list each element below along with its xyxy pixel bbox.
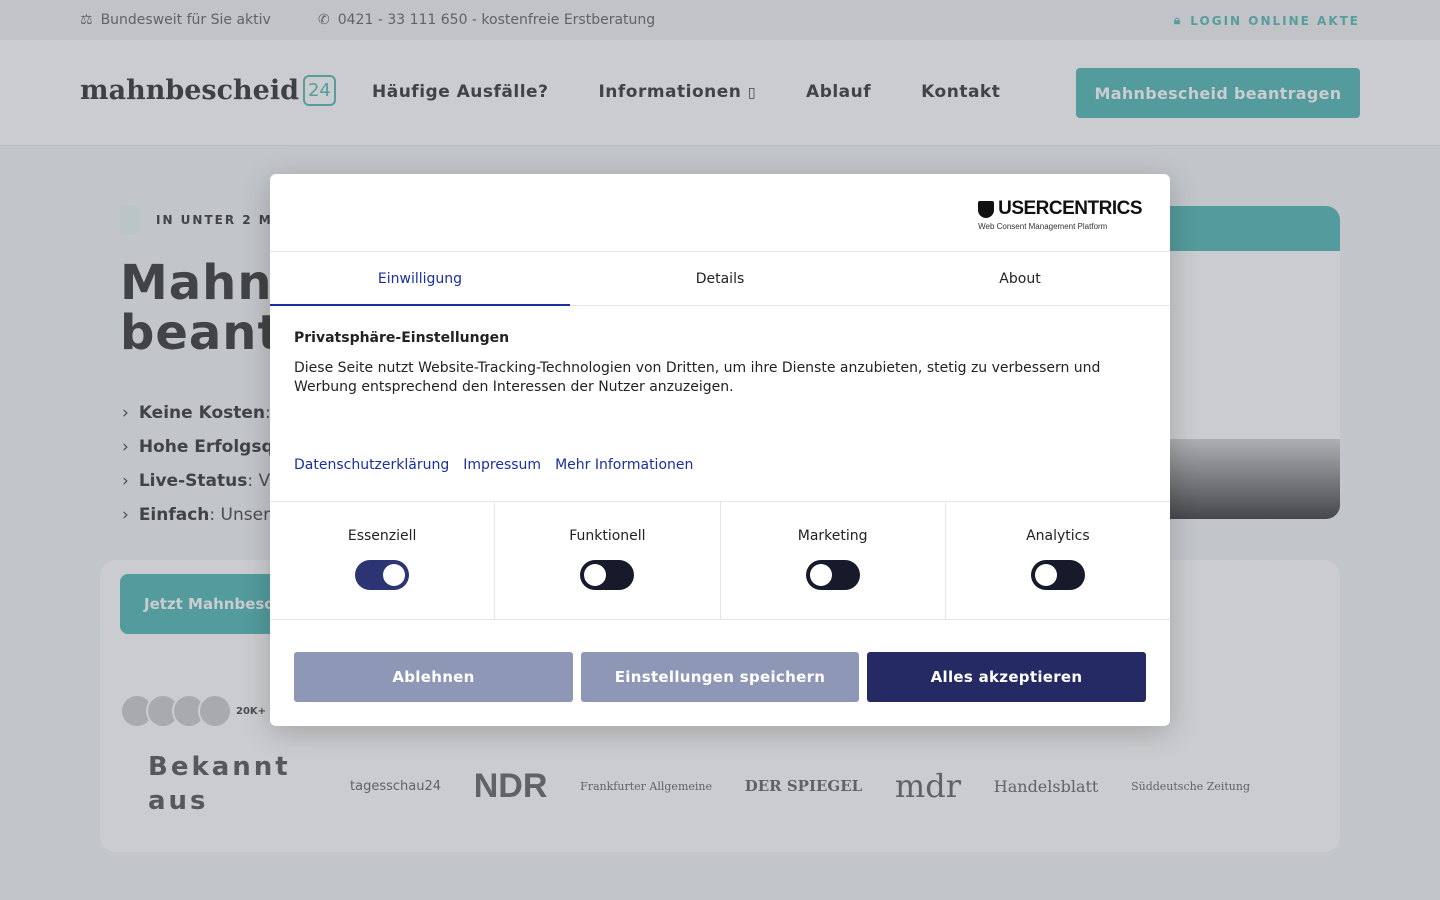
toggle-analytics[interactable] [1030,560,1085,590]
consent-description: Diese Seite nutzt Website-Tracking-Techn… [294,360,1101,395]
category-label: Essenziell [347,528,417,544]
category-funktionell: Funktionell [495,502,721,619]
accept-all-button[interactable]: Alles akzeptieren [867,652,1146,702]
tab-einwilligung[interactable]: Einwilligung [270,252,570,306]
save-settings-button[interactable]: Einstellungen speichern [581,652,859,702]
category-label: Funktionell [569,528,646,544]
usercentrics-logo: USERCENTRICS Web Consent Management Plat… [978,198,1142,231]
deny-button[interactable]: Ablehnen [294,652,573,702]
category-essenziell: Essenziell [270,502,496,619]
category-label: Analytics [1026,528,1090,544]
imprint-link[interactable]: Impressum [463,457,541,473]
consent-dialog: USERCENTRICS Web Consent Management Plat… [270,174,1170,726]
toggle-knob [1034,564,1057,586]
toggle-knob [809,564,832,586]
category-analytics: Analytics [946,502,1170,619]
consent-tabs: Einwilligung Details About [270,252,1170,306]
toggle-knob [383,564,406,586]
consent-header: USERCENTRICS Web Consent Management Plat… [270,174,1170,252]
consent-actions: Ablehnen Einstellungen speichern Alles a… [270,620,1170,702]
consent-links: Datenschutzerklärung Impressum Mehr Info… [294,457,1146,473]
toggle-knob [584,564,607,586]
toggle-marketing[interactable] [805,560,860,590]
usercentrics-subtitle: Web Consent Management Platform [978,222,1108,231]
tab-details[interactable]: Details [570,252,870,305]
consent-title: Privatsphäre-Einstellungen [294,330,510,346]
toggle-funktionell[interactable] [580,560,635,590]
consent-categories: Essenziell Funktionell Marketing Analyti… [270,502,1170,620]
tab-about[interactable]: About [870,252,1170,305]
toggle-essenziell[interactable] [355,560,410,590]
shield-icon [978,200,995,218]
category-label: Marketing [797,528,868,544]
more-info-link[interactable]: Mehr Informationen [555,457,693,473]
consent-body: Privatsphäre-Einstellungen Diese Seite n… [270,306,1170,502]
privacy-policy-link[interactable]: Datenschutzerklärung [294,457,449,473]
category-marketing: Marketing [721,502,946,619]
usercentrics-brand: USERCENTRICS [998,198,1142,219]
